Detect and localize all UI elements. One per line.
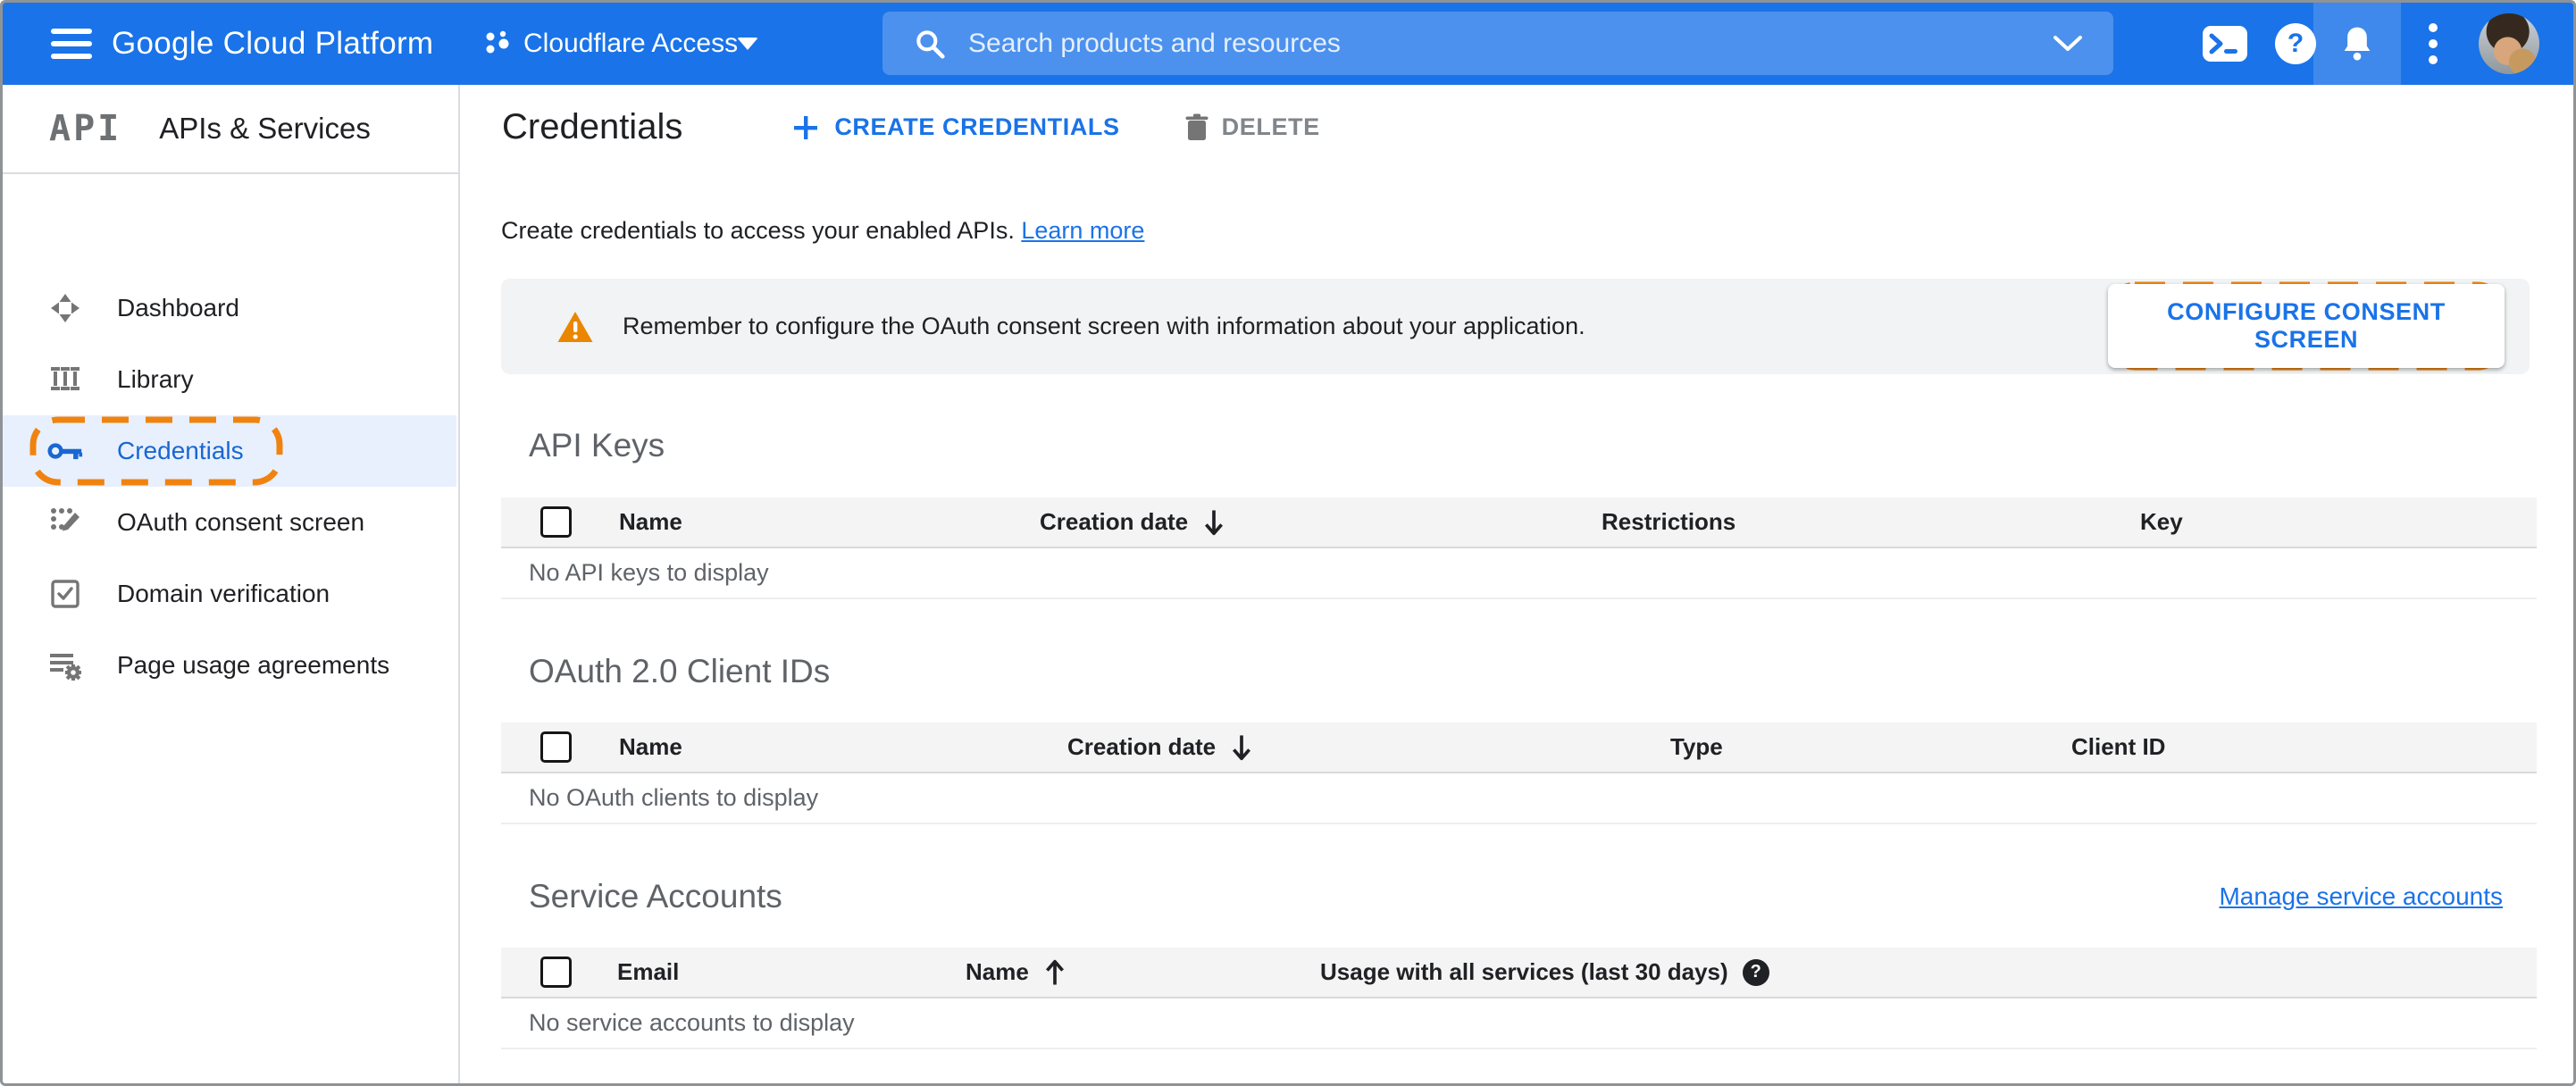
select-all-checkbox[interactable] bbox=[540, 506, 572, 538]
trash-icon bbox=[1185, 113, 1209, 140]
sidebar-item-label: OAuth consent screen bbox=[117, 508, 365, 536]
search-bar[interactable] bbox=[882, 12, 2113, 75]
select-all-checkbox[interactable] bbox=[540, 957, 572, 988]
sidebar-title: APIs & Services bbox=[159, 112, 371, 145]
column-header-email: Email bbox=[617, 958, 680, 985]
configure-consent-screen-button[interactable]: CONFIGURE CONSENT SCREEN bbox=[2108, 284, 2505, 368]
page-title: Credentials bbox=[502, 107, 683, 146]
service-accounts-table: Email Name Usage with all services (last… bbox=[501, 948, 2537, 1049]
page-toolbar: Credentials CREATE CREDENTIALS DELETE bbox=[460, 85, 2573, 170]
sidebar: API APIs & Services Dashboard Library Cr… bbox=[3, 85, 460, 1083]
column-header-usage: Usage with all services (last 30 days) ? bbox=[1320, 958, 2537, 986]
service-accounts-table-header: Email Name Usage with all services (last… bbox=[501, 948, 2537, 998]
top-app-bar: Google Cloud Platform Cloudflare Access … bbox=[3, 3, 2573, 85]
column-header-name: Name bbox=[619, 733, 682, 760]
intro-text: Create credentials to access your enable… bbox=[501, 217, 1145, 244]
api-keys-title: API Keys bbox=[529, 427, 665, 464]
product-logo[interactable]: Google Cloud Platform bbox=[112, 26, 433, 62]
api-keys-table-header: Name Creation date Restrictions Key bbox=[501, 497, 2537, 548]
sort-asc-icon[interactable] bbox=[1041, 958, 1068, 987]
column-header-restrictions: Restrictions bbox=[1602, 508, 1736, 535]
page-usage-icon bbox=[47, 649, 83, 681]
column-header-creation-date[interactable]: Creation date bbox=[1040, 508, 1602, 537]
column-header-type: Type bbox=[1670, 733, 1723, 760]
project-logo-icon bbox=[486, 30, 509, 54]
oauth-clients-title: OAuth 2.0 Client IDs bbox=[529, 653, 831, 689]
sidebar-item-page-usage-agreements[interactable]: Page usage agreements bbox=[3, 630, 456, 701]
plus-icon bbox=[794, 115, 818, 139]
sidebar-item-label: Dashboard bbox=[117, 294, 239, 322]
project-selector[interactable]: Cloudflare Access bbox=[523, 29, 738, 59]
search-input[interactable] bbox=[966, 27, 2053, 60]
column-header-key: Key bbox=[2140, 508, 2183, 535]
domain-verification-icon bbox=[47, 579, 83, 609]
key-icon bbox=[47, 439, 83, 464]
manage-service-accounts-link[interactable]: Manage service accounts bbox=[2219, 882, 2503, 911]
select-all-checkbox[interactable] bbox=[540, 731, 572, 763]
api-logo: API bbox=[49, 108, 122, 149]
menu-icon[interactable] bbox=[51, 29, 92, 59]
api-keys-empty-row: No API keys to display bbox=[501, 548, 2537, 599]
search-expand-chevron-icon[interactable] bbox=[2053, 35, 2083, 53]
bell-icon bbox=[2344, 27, 2371, 61]
consent-warning-banner: Remember to configure the OAuth consent … bbox=[501, 279, 2530, 374]
column-header-name: Name bbox=[619, 508, 682, 535]
sidebar-item-label: Domain verification bbox=[117, 580, 330, 607]
cloud-shell-icon[interactable] bbox=[2202, 25, 2248, 63]
learn-more-link[interactable]: Learn more bbox=[1021, 217, 1144, 244]
create-credentials-button[interactable]: CREATE CREDENTIALS bbox=[791, 113, 1119, 142]
column-header-client-id: Client ID bbox=[2071, 733, 2166, 760]
sidebar-item-credentials[interactable]: Credentials bbox=[3, 415, 456, 487]
sort-desc-icon[interactable] bbox=[1200, 508, 1227, 537]
sidebar-item-dashboard[interactable]: Dashboard bbox=[3, 272, 456, 344]
dashboard-icon bbox=[47, 292, 83, 324]
oauth-clients-table-header: Name Creation date Type Client ID bbox=[501, 723, 2537, 773]
delete-button[interactable]: DELETE bbox=[1184, 113, 1320, 142]
warning-icon bbox=[557, 311, 593, 342]
user-avatar[interactable] bbox=[2479, 13, 2539, 74]
sidebar-item-oauth-consent-screen[interactable]: OAuth consent screen bbox=[3, 487, 456, 558]
service-accounts-title: Service Accounts bbox=[529, 878, 782, 915]
oauth-clients-table: Name Creation date Type Client ID No OAu… bbox=[501, 723, 2537, 824]
column-header-name[interactable]: Name bbox=[966, 958, 1320, 987]
sidebar-item-label: Page usage agreements bbox=[117, 651, 390, 679]
more-options-icon[interactable] bbox=[2429, 23, 2438, 64]
sidebar-item-library[interactable]: Library bbox=[3, 344, 456, 415]
sidebar-item-domain-verification[interactable]: Domain verification bbox=[3, 558, 456, 630]
service-accounts-empty-row: No service accounts to display bbox=[501, 998, 2537, 1049]
sidebar-item-label: Credentials bbox=[117, 437, 244, 464]
sidebar-item-label: Library bbox=[117, 365, 194, 393]
help-icon[interactable]: ? bbox=[2275, 23, 2316, 64]
library-icon bbox=[47, 363, 83, 396]
column-header-creation-date[interactable]: Creation date bbox=[1067, 733, 1670, 762]
service-accounts-header-row: Service Accounts Manage service accounts bbox=[501, 878, 2537, 915]
oauth-clients-empty-row: No OAuth clients to display bbox=[501, 773, 2537, 824]
search-icon bbox=[916, 29, 945, 59]
consent-screen-icon bbox=[47, 506, 83, 539]
notifications-button[interactable] bbox=[2313, 3, 2401, 85]
sort-desc-icon[interactable] bbox=[1228, 733, 1255, 762]
sidebar-header: API APIs & Services bbox=[3, 85, 458, 172]
gcp-console-window: Google Cloud Platform Cloudflare Access … bbox=[0, 0, 2576, 1086]
project-caret-icon[interactable] bbox=[737, 38, 758, 50]
configure-consent-annotation: CONFIGURE CONSENT SCREEN bbox=[2108, 281, 2505, 371]
banner-message: Remember to configure the OAuth consent … bbox=[623, 313, 1585, 339]
main-content: Credentials CREATE CREDENTIALS DELETE Cr… bbox=[460, 85, 2573, 1083]
api-keys-table: Name Creation date Restrictions Key No A… bbox=[501, 497, 2537, 599]
sidebar-nav: Dashboard Library Credentials OAuth cons… bbox=[3, 255, 456, 701]
usage-help-icon[interactable]: ? bbox=[1742, 958, 1769, 986]
